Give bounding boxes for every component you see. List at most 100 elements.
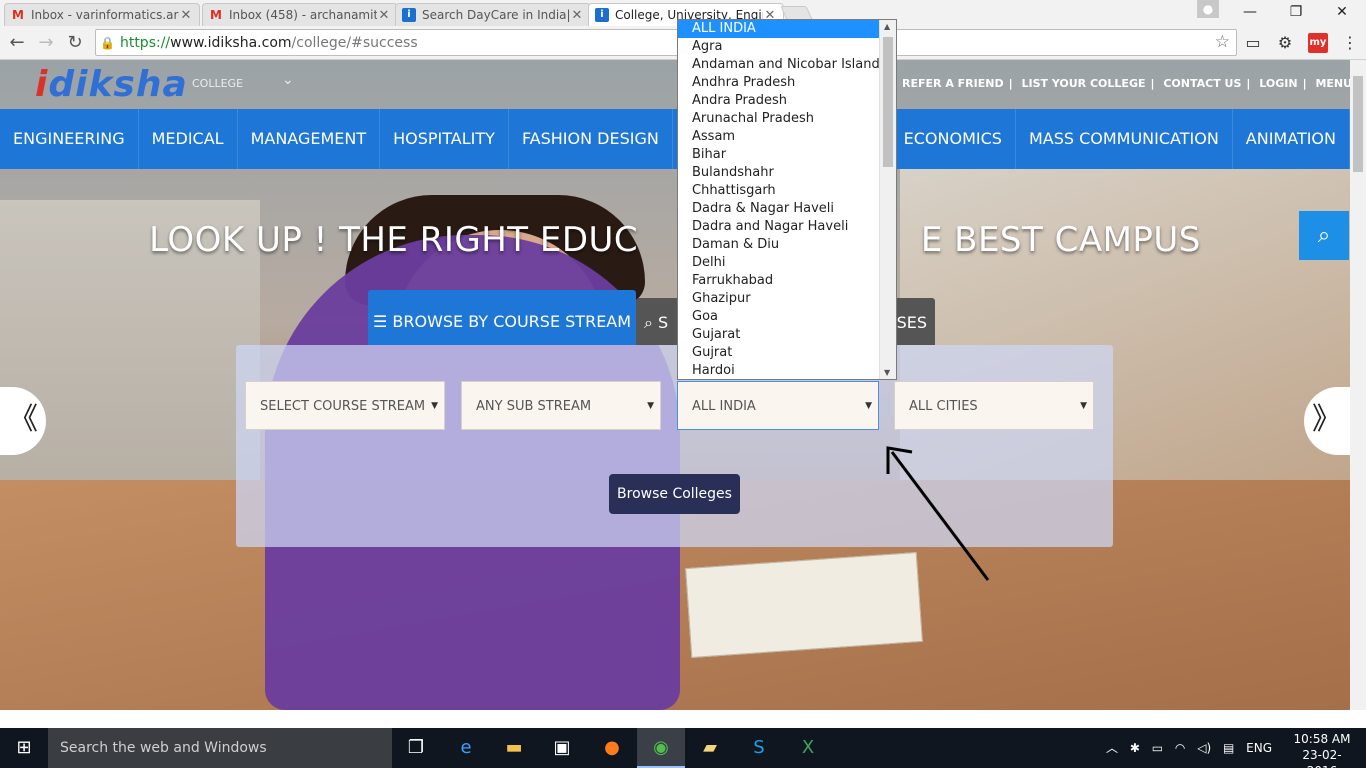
state-dropdown-list[interactable]: ALL INDIA Agra Andaman and Nicobar Islands… <box>677 19 897 380</box>
edge-icon[interactable]: e <box>442 728 490 768</box>
nav-economics[interactable]: ECONOMICS <box>891 109 1016 169</box>
taskbar-search-input[interactable]: Search the web and Windows <box>48 728 392 768</box>
close-window-button[interactable]: ✕ <box>1319 0 1365 24</box>
browser-tab[interactable]: M Inbox (458) - archanamithr ✕ <box>202 3 398 26</box>
scrollbar-thumb[interactable] <box>1353 76 1363 172</box>
dropdown-option[interactable]: Daman & Diu <box>678 236 896 254</box>
browse-colleges-button[interactable]: Browse Colleges <box>609 474 740 514</box>
dropdown-option[interactable]: Arunachal Pradesh <box>678 110 896 128</box>
chevron-up-icon[interactable]: ︿ <box>1106 741 1118 755</box>
nav-fashion-design[interactable]: FASHION DESIGN <box>509 109 673 169</box>
forward-icon[interactable]: → <box>33 30 59 56</box>
chevron-down-icon[interactable]: ⌄ <box>282 72 294 88</box>
chrome-icon[interactable]: ◉ <box>637 728 685 768</box>
menu-link[interactable]: MENU <box>1315 77 1350 90</box>
cast-icon[interactable]: ▭ <box>1241 31 1265 55</box>
dropdown-option[interactable]: ALL INDIA <box>678 20 896 38</box>
action-center-icon[interactable]: ▤ <box>1223 741 1234 755</box>
excel-icon[interactable]: X <box>784 728 832 768</box>
skype-icon[interactable]: S <box>735 728 783 768</box>
volume-icon[interactable]: ◁) <box>1197 741 1211 755</box>
task-view-icon[interactable]: ❐ <box>392 728 440 768</box>
dropdown-option[interactable]: Delhi <box>678 254 896 272</box>
nav-mass-communication[interactable]: MASS COMMUNICATION <box>1016 109 1233 169</box>
restore-button[interactable]: ❐ <box>1273 0 1319 24</box>
gmail-icon: M <box>210 8 222 22</box>
idiksha-icon: i <box>402 8 416 22</box>
reload-icon[interactable]: ↻ <box>62 30 88 56</box>
address-bar[interactable]: 🔒 https:// www.idiksha.com /college/#suc… <box>95 29 1237 56</box>
minimize-button[interactable]: — <box>1227 0 1273 24</box>
page-scrollbar[interactable] <box>1350 60 1366 710</box>
dropdown-option[interactable]: Ghazipur <box>678 290 896 308</box>
dropdown-scroll-thumb[interactable] <box>883 37 893 167</box>
system-tray: ︿ ✱ ▭ ◠ ◁) ▤ ENG <box>1106 728 1280 768</box>
store-icon[interactable]: ▣ <box>538 728 586 768</box>
dropdown-option[interactable]: Assam <box>678 128 896 146</box>
site-logo[interactable]: iidikshadiksha <box>35 65 188 105</box>
nav-management[interactable]: MANAGEMENT <box>238 109 381 169</box>
tab-label: S <box>658 313 669 332</box>
close-tab-icon[interactable]: ✕ <box>570 8 584 23</box>
settings-tray-icon[interactable]: ✱ <box>1130 741 1140 755</box>
my-extension-icon[interactable]: my <box>1308 33 1328 53</box>
dropdown-option[interactable]: Bulandshahr <box>678 164 896 182</box>
select-value: ANY SUB STREAM <box>476 399 592 414</box>
windows-start-icon[interactable]: ⊞ <box>0 728 48 768</box>
nav-medical[interactable]: MEDICAL <box>139 109 238 169</box>
dropdown-option[interactable]: Farrukhabad <box>678 272 896 290</box>
language-indicator[interactable]: ENG <box>1246 741 1272 755</box>
dropdown-option[interactable]: Gujrat <box>678 344 896 362</box>
contact-link[interactable]: CONTACT US <box>1163 77 1241 90</box>
list-college-link[interactable]: LIST YOUR COLLEGE <box>1021 77 1145 90</box>
gear-icon[interactable]: ⚙ <box>1273 31 1297 55</box>
login-link[interactable]: LOGIN <box>1259 77 1297 90</box>
dropdown-option[interactable]: Goa <box>678 308 896 326</box>
browser-menu-icon[interactable]: ⋮ <box>1338 31 1362 55</box>
select-value: ALL INDIA <box>692 399 756 414</box>
nav-animation[interactable]: ANIMATION <box>1233 109 1350 169</box>
dropdown-option[interactable]: Dadra and Nagar Haveli <box>678 218 896 236</box>
user-profile-icon[interactable]: ● <box>1197 0 1219 18</box>
state-select[interactable]: ALL INDIA ▼ <box>677 381 879 430</box>
tab-browse-by-stream[interactable]: ☰ BROWSE BY COURSE STREAM <box>368 290 636 345</box>
hero-headline: LOOK UP ! THE RIGHT EDUC E BEST CAMPUS <box>149 220 1201 260</box>
dropdown-arrow-icon: ▼ <box>647 401 654 411</box>
close-tab-icon[interactable]: ✕ <box>377 8 391 23</box>
nav-hospitality[interactable]: HOSPITALITY <box>380 109 509 169</box>
dropdown-option[interactable]: Andra Pradesh <box>678 92 896 110</box>
close-tab-icon[interactable]: ✕ <box>179 8 193 23</box>
scroll-up-icon[interactable]: ▲ <box>884 22 890 31</box>
nav-engineering[interactable]: ENGINEERING <box>0 109 139 169</box>
wifi-icon[interactable]: ◠ <box>1175 741 1185 755</box>
dropdown-option[interactable]: Agra <box>678 38 896 56</box>
browser-tab[interactable]: i Search DayCare in India|iD ✕ <box>395 3 591 26</box>
lock-icon: 🔒 <box>100 35 115 50</box>
dropdown-option[interactable]: Gujarat <box>678 326 896 344</box>
taskbar-clock[interactable]: 10:58 AM 23-02-2016 <box>1292 731 1352 768</box>
refer-friend-link[interactable]: REFER A FRIEND <box>902 77 1004 90</box>
dropdown-option[interactable]: Dadra & Nagar Haveli <box>678 200 896 218</box>
dropdown-scrollbar[interactable]: ▲ ▼ <box>879 20 896 379</box>
dropdown-option[interactable]: Bihar <box>678 146 896 164</box>
windows-taskbar: ⊞ Search the web and Windows ❐ e ▬ ▣ ● ◉… <box>0 728 1366 768</box>
city-select[interactable]: ALL CITIES ▼ <box>894 381 1094 430</box>
battery-icon[interactable]: ▭ <box>1152 741 1163 755</box>
dropdown-option[interactable]: Hardoi <box>678 362 896 379</box>
sub-stream-select[interactable]: ANY SUB STREAM ▼ <box>461 381 661 430</box>
scroll-down-icon[interactable]: ▼ <box>884 368 890 377</box>
category-select[interactable]: COLLEGE <box>192 77 243 90</box>
file-explorer-icon[interactable]: ▬ <box>490 728 538 768</box>
back-icon[interactable]: ← <box>4 30 30 56</box>
firefox-icon[interactable]: ● <box>588 728 636 768</box>
dropdown-option[interactable]: Andaman and Nicobar Islands <box>678 56 896 74</box>
dropdown-option[interactable]: Andhra Pradesh <box>678 74 896 92</box>
course-stream-select[interactable]: SELECT COURSE STREAM ▼ <box>245 381 445 430</box>
bookmark-star-icon[interactable]: ☆ <box>1215 32 1230 52</box>
web-page: iidikshadiksha COLLEGE ⌄ REFER A FRIEND|… <box>0 60 1350 710</box>
top-links: REFER A FRIEND | LIST YOUR COLLEGE | CONTA… <box>902 77 1350 90</box>
tab-title: Inbox (458) - archanamithr <box>229 8 377 22</box>
dropdown-option[interactable]: Chhattisgarh <box>678 182 896 200</box>
notes-icon[interactable]: ▰ <box>686 728 734 768</box>
browser-tab[interactable]: M Inbox - varinformatics.arch ✕ <box>4 3 200 26</box>
